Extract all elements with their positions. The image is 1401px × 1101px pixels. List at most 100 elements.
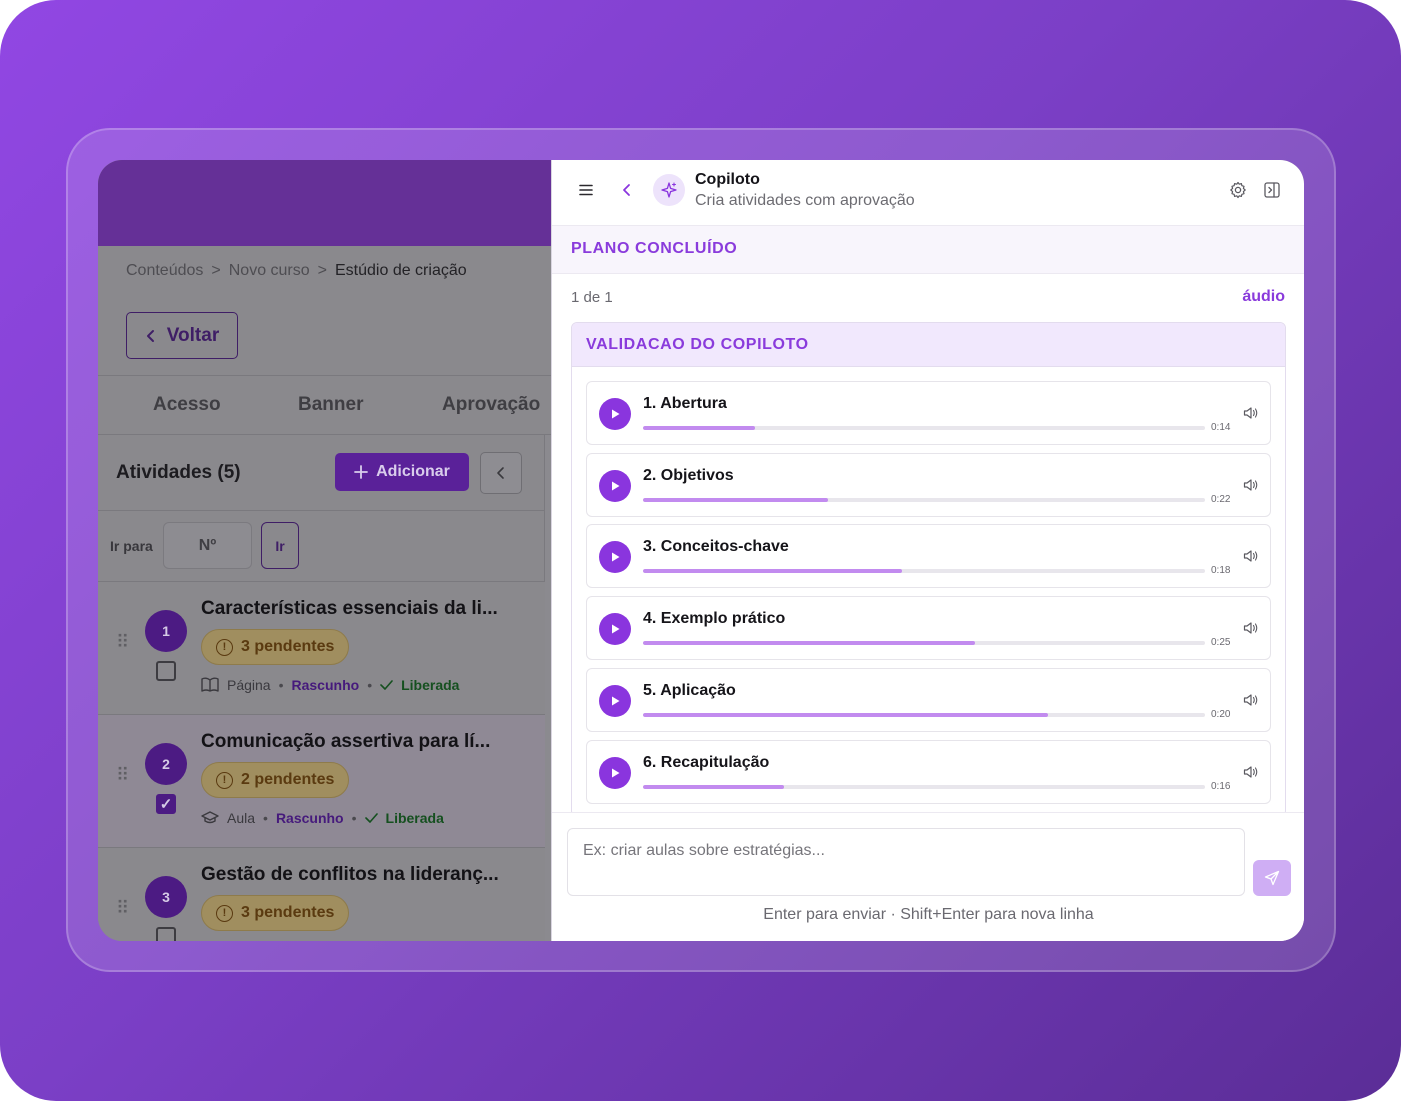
breadcrumb-item-new-course[interactable]: Novo curso [229, 262, 310, 280]
play-button[interactable] [599, 756, 631, 789]
track-progress-fill [643, 497, 829, 502]
track-progress-fill [643, 712, 1048, 717]
play-button[interactable] [599, 398, 631, 430]
audio-track[interactable]: 5. Aplicação 0:20 [586, 667, 1271, 732]
breadcrumb-item-contents[interactable]: Conteúdos [126, 262, 203, 280]
track-progress-bar[interactable] [643, 641, 1205, 646]
alert-circle-icon: ! [216, 638, 233, 656]
pending-label: 3 pendentes [241, 638, 335, 655]
activity-checkbox[interactable] [156, 661, 176, 681]
audio-track[interactable]: 3. Conceitos-chave 0:18 [586, 524, 1271, 589]
meta-separator: • [263, 810, 268, 826]
chevron-left-icon [146, 329, 154, 342]
activity-number: 2 [145, 743, 187, 785]
tab-banner[interactable]: Banner [298, 394, 363, 416]
drag-handle-icon[interactable]: ⠿ [116, 766, 129, 784]
track-progress-bar[interactable] [643, 784, 1205, 789]
volume-icon[interactable] [1243, 765, 1259, 779]
activities-header: Atividades (5) Adicionar [98, 435, 545, 511]
tab-access[interactable]: Acesso [153, 394, 221, 416]
activity-title[interactable]: Comunicação assertiva para lí... [201, 731, 521, 753]
pending-badge: ! 3 pendentes [201, 895, 350, 931]
alert-circle-icon: ! [216, 904, 233, 922]
pending-badge: ! 2 pendentes [201, 762, 350, 798]
activity-checkbox[interactable]: ✓ [156, 794, 176, 814]
activity-item[interactable]: ⠿ 2 ✓ Comunicação assertiva para lí... !… [98, 715, 545, 848]
meta-separator: • [367, 677, 373, 693]
play-button[interactable] [599, 541, 631, 574]
activity-meta: Aula • Rascunho • Liberada [201, 810, 444, 826]
activity-status: Rascunho [291, 677, 360, 693]
chevron-left-icon[interactable] [622, 182, 632, 198]
gear-icon[interactable] [1229, 181, 1247, 199]
play-icon [612, 624, 620, 634]
drag-handle-icon[interactable]: ⠿ [116, 899, 129, 917]
activity-title[interactable]: Gestão de conflitos na lideranç... [201, 864, 521, 886]
track-progress-bar[interactable] [643, 569, 1205, 574]
track-progress-bar[interactable] [643, 497, 1205, 502]
goto-number-input[interactable]: Nº [163, 522, 252, 569]
release-status: Liberada [401, 677, 460, 693]
alert-circle-icon: ! [216, 771, 233, 789]
goto-button[interactable]: Ir [261, 522, 299, 569]
send-button[interactable] [1253, 860, 1291, 896]
play-button[interactable] [599, 469, 631, 502]
meta-separator: • [278, 677, 284, 693]
track-name: 3. Conceitos-chave [643, 538, 789, 556]
volume-icon[interactable] [1243, 549, 1259, 563]
prompt-input[interactable]: Ex: criar aulas sobre estratégias... [567, 828, 1245, 896]
track-progress-fill [643, 569, 902, 574]
activity-number: 3 [145, 876, 187, 918]
back-button[interactable]: Voltar [126, 312, 238, 359]
play-icon [612, 552, 620, 562]
copilot-panel: Copiloto Cria atividades com aprovação P… [551, 160, 1304, 941]
volume-icon[interactable] [1243, 406, 1259, 420]
play-icon [612, 481, 620, 491]
track-progress-fill [643, 641, 975, 646]
tab-approval[interactable]: Aprovação [442, 394, 540, 416]
track-duration: 0:16 [1211, 780, 1231, 792]
track-duration: 0:18 [1211, 565, 1231, 577]
audio-track[interactable]: 2. Objetivos 0:22 [586, 452, 1271, 517]
plus-icon [354, 465, 368, 479]
audio-track[interactable]: 1. Abertura 0:14 [586, 381, 1271, 445]
back-button-label: Voltar [166, 324, 220, 346]
add-activity-button[interactable]: Adicionar [335, 453, 469, 491]
play-button[interactable] [599, 613, 631, 646]
activity-item[interactable]: ⠿ 1 Características essenciais da li... … [98, 582, 545, 715]
tab-bar: Acesso Banner Aprovação [98, 376, 551, 435]
volume-icon[interactable] [1243, 621, 1259, 635]
release-status: Liberada [385, 810, 444, 826]
copilot-header: Copiloto Cria atividades com aprovação [552, 160, 1304, 226]
volume-icon[interactable] [1243, 478, 1259, 492]
chevron-left-icon [497, 467, 504, 479]
track-name: 2. Objetivos [643, 466, 734, 484]
graduation-cap-icon [201, 811, 219, 824]
audio-track[interactable]: 6. Recapitulação 0:16 [586, 739, 1271, 804]
pending-label: 2 pendentes [241, 771, 335, 788]
audio-link[interactable]: áudio [1242, 288, 1285, 306]
track-progress-bar[interactable] [643, 712, 1205, 717]
activity-item[interactable]: ⠿ 3 Gestão de conflitos na lideranç... !… [98, 848, 545, 941]
play-icon [612, 768, 620, 777]
activity-checkbox[interactable] [156, 927, 176, 941]
play-button[interactable] [599, 684, 631, 717]
audio-track[interactable]: 4. Exemplo prático 0:25 [586, 596, 1271, 661]
menu-icon[interactable] [578, 182, 594, 198]
activity-type: Página [227, 677, 271, 693]
activity-number: 1 [145, 610, 187, 652]
breadcrumb-separator: > [211, 261, 221, 279]
close-panel-icon[interactable] [1263, 181, 1281, 199]
activity-title[interactable]: Características essenciais da li... [201, 598, 521, 620]
drag-handle-icon[interactable]: ⠿ [116, 633, 129, 651]
volume-icon[interactable] [1243, 693, 1259, 707]
collapse-panel-button[interactable] [480, 452, 522, 494]
top-banner [98, 160, 551, 246]
breadcrumb-item-current: Estúdio de criação [335, 261, 467, 279]
track-progress-bar[interactable] [643, 426, 1205, 430]
track-progress-fill [643, 426, 756, 430]
pending-badge: ! 3 pendentes [201, 629, 350, 665]
track-duration: 0:20 [1211, 708, 1231, 720]
track-duration: 0:14 [1211, 422, 1231, 433]
sparkles-icon [653, 174, 685, 206]
